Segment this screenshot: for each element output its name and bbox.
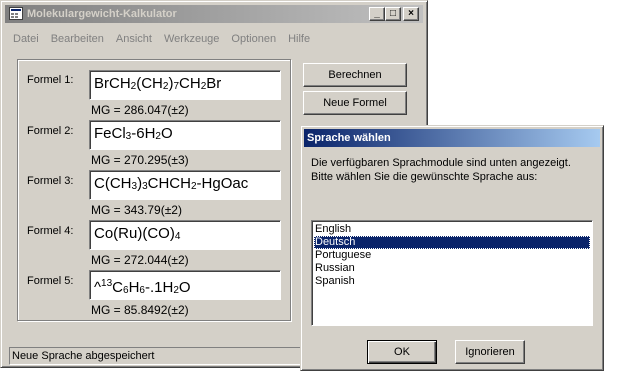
formula-5-weight: MG = 85.8492(±2) [91, 303, 189, 317]
formula-1-label: Formel 1: [27, 74, 74, 86]
ok-button-label: OK [394, 346, 410, 358]
language-list[interactable]: English Deutsch Portuguese Russian Spani… [311, 220, 593, 326]
app-icon [9, 7, 23, 20]
close-button[interactable]: × [403, 7, 419, 21]
language-option-russian[interactable]: Russian [314, 262, 590, 275]
new-formula-button-label: Neue Formel [323, 97, 387, 109]
language-option-english[interactable]: English [314, 223, 590, 236]
formula-1-input[interactable]: BrCH2(CH2)7CH2Br [89, 70, 281, 100]
ignore-button-label: Ignorieren [465, 346, 515, 358]
menu-item-ansicht[interactable]: Ansicht [116, 33, 152, 49]
language-dialog: Sprache wählen Die verfügbaren Sprachmod… [300, 125, 604, 371]
language-option-deutsch[interactable]: Deutsch [314, 236, 590, 249]
new-formula-button[interactable]: Neue Formel [303, 91, 407, 115]
status-bar: Neue Sprache abgespeichert [9, 347, 309, 365]
calculate-button-label: Berechnen [328, 69, 382, 81]
formula-2-weight: MG = 270.295(±3) [91, 153, 189, 167]
ignore-button[interactable]: Ignorieren [455, 340, 525, 364]
menu-item-optionen[interactable]: Optionen [231, 33, 276, 49]
language-option-portuguese[interactable]: Portuguese [314, 249, 590, 262]
ok-button[interactable]: OK [367, 340, 437, 364]
formula-2-input[interactable]: FeCl3-6H2O [89, 120, 281, 150]
formula-3-weight: MG = 343.79(±2) [91, 203, 182, 217]
dialog-title-bar[interactable]: Sprache wählen [304, 129, 600, 147]
dialog-title: Sprache wählen [307, 132, 391, 144]
formula-1-weight: MG = 286.047(±2) [91, 103, 189, 117]
language-option-spanish[interactable]: Spanish [314, 275, 590, 288]
formula-3-label: Formel 3: [27, 175, 74, 187]
formula-2-label: Formel 2: [27, 125, 74, 137]
calculate-button[interactable]: Berechnen [303, 63, 407, 87]
formula-4-weight: MG = 272.044(±2) [91, 253, 189, 267]
menu-item-hilfe[interactable]: Hilfe [288, 33, 310, 49]
formula-4-label: Formel 4: [27, 225, 74, 237]
status-text: Neue Sprache abgespeichert [12, 350, 155, 362]
minimize-button[interactable]: _ [369, 7, 385, 21]
formula-3-input[interactable]: C(CH3)3CHCH2-HgOac [89, 170, 281, 200]
dialog-instructions: Die verfügbaren Sprachmodule sind unten … [311, 157, 571, 183]
formula-5-input[interactable]: ^13C6H6-.1H2O [89, 270, 281, 300]
maximize-button[interactable]: □ [385, 7, 401, 21]
menu-item-bearbeiten[interactable]: Bearbeiten [51, 33, 104, 49]
formula-5-label: Formel 5: [27, 275, 74, 287]
main-title-bar[interactable]: Molekulargewicht-Kalkulator _ □ × [5, 5, 423, 23]
formula-4-input[interactable]: Co(Ru)(CO)4 [89, 220, 281, 250]
menu-bar: Datei Bearbeiten Ansicht Werkzeuge Optio… [13, 33, 322, 49]
main-window-title: Molekulargewicht-Kalkulator [27, 8, 177, 20]
menu-item-werkzeuge[interactable]: Werkzeuge [164, 33, 219, 49]
menu-item-datei[interactable]: Datei [13, 33, 39, 49]
